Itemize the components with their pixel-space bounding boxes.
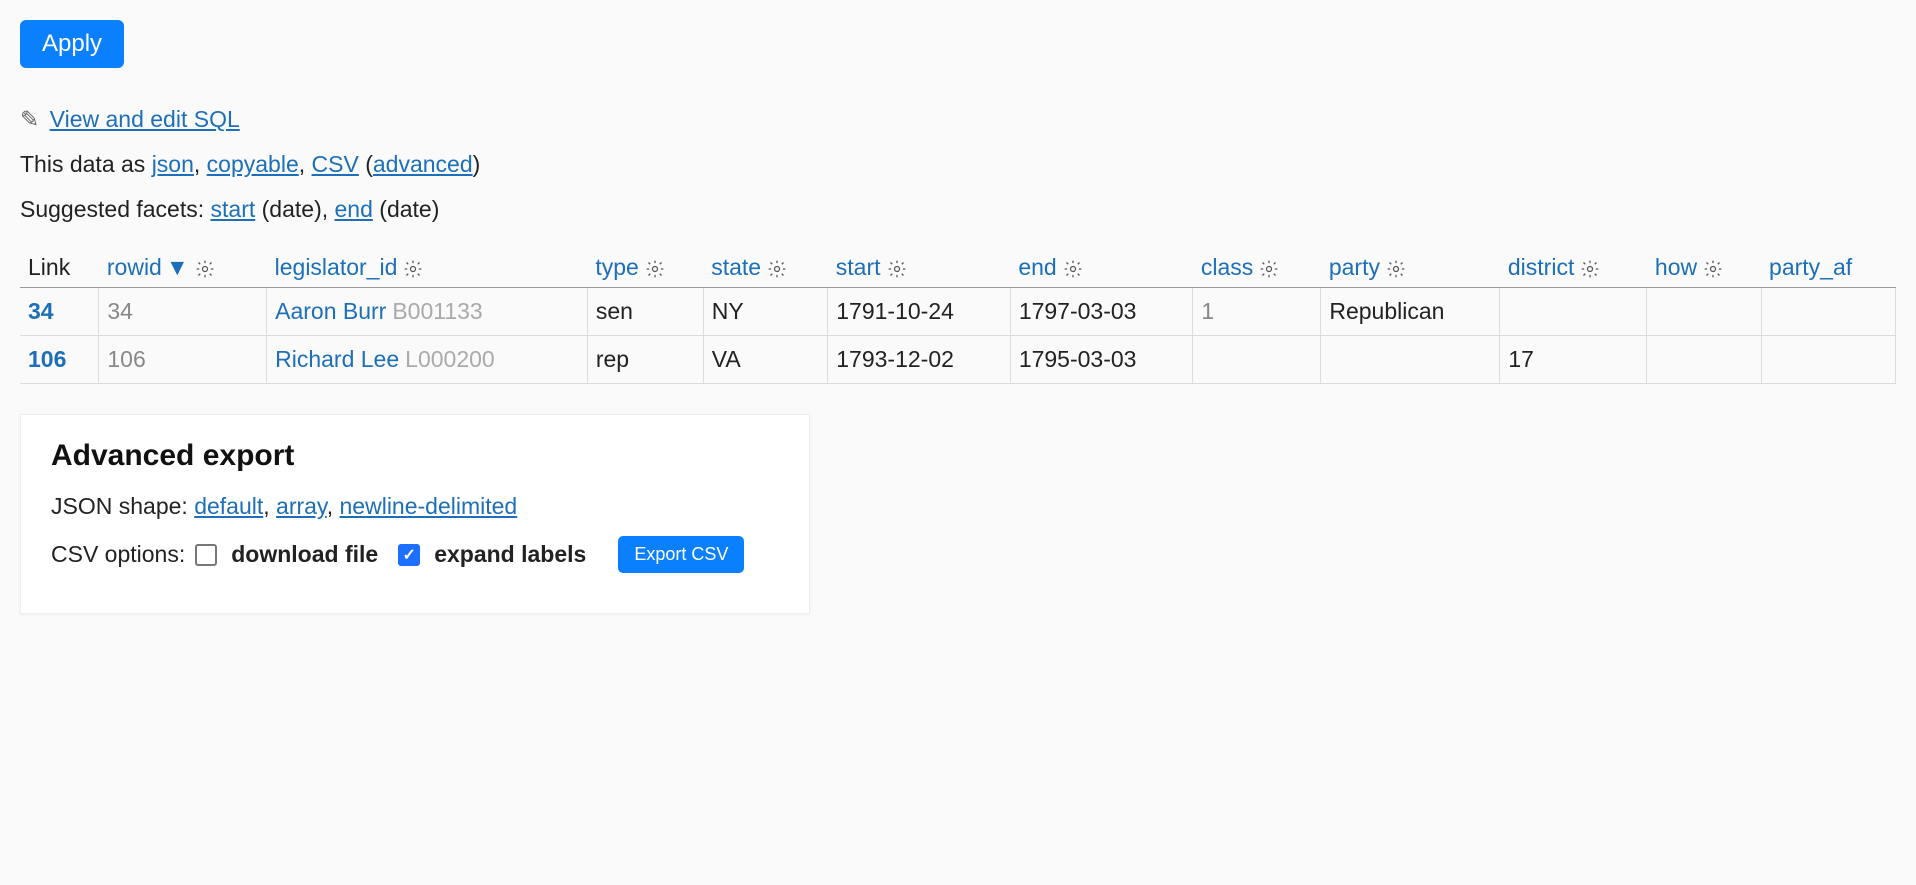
cell-district: 17 (1500, 336, 1647, 384)
cell-party: Republican (1321, 288, 1500, 336)
json-shape-newline[interactable]: newline-delimited (340, 493, 518, 519)
cell-end: 1795-03-03 (1010, 336, 1193, 384)
cell-link: 106 (20, 336, 99, 384)
cell-end: 1797-03-03 (1010, 288, 1193, 336)
cell-party-af (1761, 288, 1895, 336)
gear-icon[interactable] (1703, 254, 1723, 280)
gear-icon[interactable] (1259, 254, 1279, 280)
sort-desc-icon: ▼ (166, 254, 189, 280)
gear-icon[interactable] (887, 254, 907, 280)
gear-icon[interactable] (1063, 254, 1083, 280)
col-class[interactable]: class (1193, 248, 1321, 288)
col-district[interactable]: district (1500, 248, 1647, 288)
export-title: Advanced export (51, 439, 779, 473)
table-row: 34 34 Aaron BurrB001133 sen NY 1791-10-2… (20, 288, 1896, 336)
cell-rowid: 34 (99, 288, 267, 336)
cell-start: 1791-10-24 (828, 288, 1011, 336)
advanced-export-panel: Advanced export JSON shape: default, arr… (20, 414, 810, 614)
gear-icon[interactable] (645, 254, 665, 280)
data-table: Link rowid▼ legislator_id type state sta… (20, 248, 1896, 384)
data-as-prefix: This data as (20, 151, 152, 177)
facet-end-link[interactable]: end (335, 196, 373, 222)
col-party[interactable]: party (1321, 248, 1500, 288)
apply-button[interactable]: Apply (20, 20, 124, 68)
col-start[interactable]: start (828, 248, 1011, 288)
facet-start-link[interactable]: start (211, 196, 256, 222)
col-type[interactable]: type (587, 248, 703, 288)
cell-legislator: Richard LeeL000200 (267, 336, 588, 384)
legislator-link[interactable]: Aaron Burr (275, 298, 386, 324)
col-link: Link (20, 248, 99, 288)
facets-prefix: Suggested facets: (20, 196, 211, 222)
gear-icon[interactable] (195, 254, 215, 280)
cell-type: rep (587, 336, 703, 384)
cell-link: 34 (20, 288, 99, 336)
cell-how (1647, 288, 1761, 336)
col-party-af[interactable]: party_af (1761, 248, 1895, 288)
cell-state: NY (703, 288, 828, 336)
col-how[interactable]: how (1647, 248, 1761, 288)
cell-how (1647, 336, 1761, 384)
gear-icon[interactable] (1580, 254, 1600, 280)
row-link[interactable]: 106 (28, 346, 66, 372)
cell-type: sen (587, 288, 703, 336)
gear-icon[interactable] (1386, 254, 1406, 280)
csv-options-label: CSV options: (51, 541, 185, 568)
pencil-icon: ✎ (20, 106, 39, 133)
expand-labels-checkbox[interactable]: ✓ (398, 544, 420, 566)
cell-class: 1 (1193, 288, 1321, 336)
download-file-checkbox[interactable] (195, 544, 217, 566)
download-file-label: download file (231, 541, 378, 568)
suggested-facets-line: Suggested facets: start (date), end (dat… (20, 196, 1896, 223)
cell-party-af (1761, 336, 1895, 384)
expand-labels-label: expand labels (434, 541, 586, 568)
data-as-line: This data as json, copyable, CSV (advanc… (20, 151, 1896, 178)
legislator-id: L000200 (405, 346, 495, 372)
legislator-link[interactable]: Richard Lee (275, 346, 399, 372)
cell-district (1500, 288, 1647, 336)
legislator-id: B001133 (392, 298, 482, 324)
table-row: 106 106 Richard LeeL000200 rep VA 1793-1… (20, 336, 1896, 384)
gear-icon[interactable] (767, 254, 787, 280)
col-state[interactable]: state (703, 248, 828, 288)
cell-start: 1793-12-02 (828, 336, 1011, 384)
col-legislator-id[interactable]: legislator_id (267, 248, 588, 288)
cell-state: VA (703, 336, 828, 384)
csv-link[interactable]: CSV (312, 151, 359, 177)
advanced-link[interactable]: advanced (373, 151, 473, 177)
json-link[interactable]: json (152, 151, 194, 177)
json-shape-default[interactable]: default (194, 493, 263, 519)
cell-rowid: 106 (99, 336, 267, 384)
gear-icon[interactable] (403, 254, 423, 280)
cell-class (1193, 336, 1321, 384)
json-shape-line: JSON shape: default, array, newline-deli… (51, 493, 779, 520)
csv-options-line: CSV options: download file ✓ expand labe… (51, 536, 779, 573)
view-edit-sql-link[interactable]: View and edit SQL (50, 106, 240, 132)
cell-party (1321, 336, 1500, 384)
copyable-link[interactable]: copyable (207, 151, 299, 177)
col-end[interactable]: end (1010, 248, 1193, 288)
export-csv-button[interactable]: Export CSV (618, 536, 744, 573)
row-link[interactable]: 34 (28, 298, 54, 324)
json-shape-array[interactable]: array (276, 493, 327, 519)
cell-legislator: Aaron BurrB001133 (267, 288, 588, 336)
col-rowid[interactable]: rowid▼ (99, 248, 267, 288)
